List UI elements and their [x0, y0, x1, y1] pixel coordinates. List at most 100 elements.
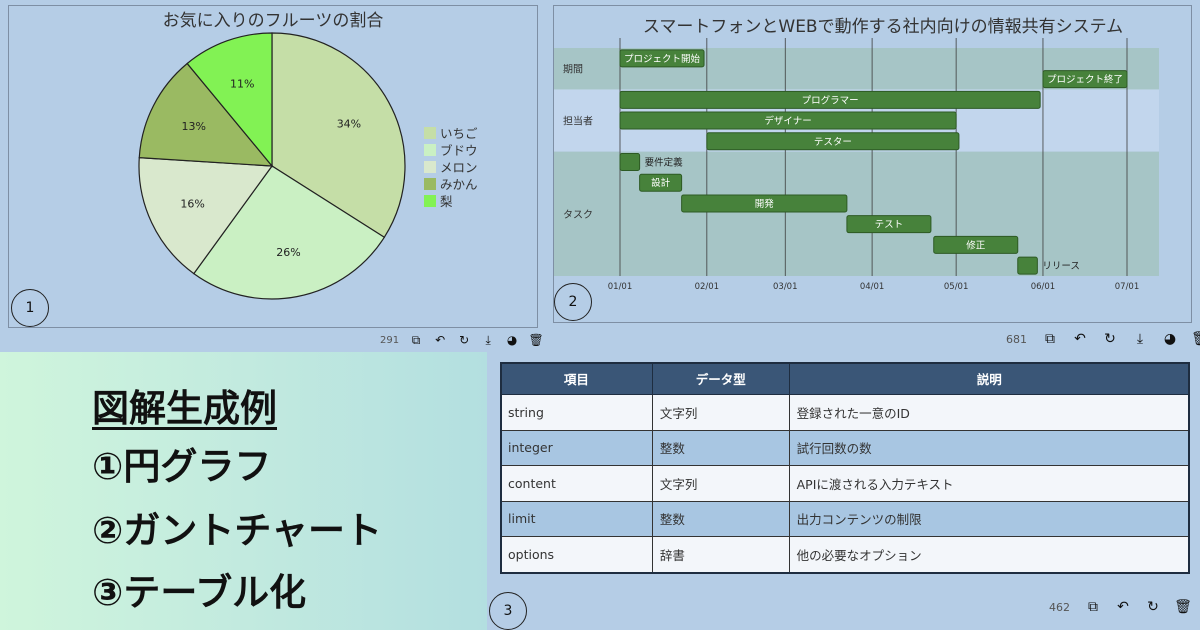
- legend-item: いちご: [424, 124, 478, 141]
- gantt-axis-tick-label: 04/01: [860, 282, 885, 292]
- trash-icon[interactable]: 🗑: [528, 333, 543, 347]
- gantt-task-label: リリース: [1042, 261, 1080, 272]
- trash-icon[interactable]: 🗑: [1191, 331, 1200, 347]
- legend-item: メロン: [424, 158, 478, 175]
- gantt-task-label: デザイナー: [764, 115, 811, 127]
- gantt-task-label: 要件定義: [645, 157, 684, 169]
- pie-toolbar-count: 291: [380, 334, 400, 346]
- gantt-section-label: タスク: [563, 209, 593, 221]
- copy-icon[interactable]: ⧉: [1043, 331, 1057, 347]
- copy-icon[interactable]: ⧉: [409, 333, 423, 347]
- table-cell: 登録された一意のID: [788, 394, 1191, 431]
- table-header-cell: データ型: [651, 362, 790, 395]
- table-cell: 文字列: [651, 465, 790, 502]
- gantt-task-label: プロジェクト終了: [1047, 74, 1123, 86]
- legend-swatch: [424, 126, 436, 139]
- gantt-section-band: [554, 151, 1159, 276]
- hero-line-gantt: ②ガントチャート: [92, 509, 382, 552]
- legend-item: ブドウ: [424, 141, 478, 158]
- gantt-task-label: プログラマー: [802, 94, 859, 106]
- pie-slice-label: 13%: [182, 120, 206, 133]
- legend-swatch: [424, 194, 436, 207]
- hero-heading: 図解生成例: [92, 387, 277, 430]
- gantt-axis-tick-label: 01/01: [608, 282, 633, 292]
- gantt-task-label: 開発: [755, 198, 775, 210]
- pie-toolbar: 291 ⧉ ↶ ↻ ⤓ ◕ 🗑: [380, 333, 544, 348]
- pie-slice-label: 26%: [276, 246, 300, 259]
- table-cell: 辞書: [651, 536, 790, 573]
- table-header-cell: 項目: [500, 362, 653, 395]
- gantt-task-label: テスト: [875, 220, 904, 231]
- undo-icon[interactable]: ↶: [433, 333, 447, 347]
- table-row: options 辞書 他の必要なオプション: [500, 536, 1191, 573]
- table-cell: 整数: [651, 500, 790, 537]
- download-icon[interactable]: ⤓: [1133, 331, 1147, 347]
- gantt-axis-tick-label: 07/01: [1115, 282, 1140, 292]
- table-toolbar: 462 ⧉ ↶ ↻ 🗑: [1049, 599, 1192, 615]
- table-row: limit 整数 出力コンテンツの制限: [500, 500, 1191, 537]
- gantt-task-label: 設計: [651, 177, 671, 189]
- legend-swatch: [424, 177, 436, 190]
- gantt-task-label: テスター: [814, 137, 852, 148]
- hero-banner: 図解生成例 ①円グラフ ②ガントチャート ③テーブル化: [0, 352, 487, 630]
- data-table: 項目 データ型 説明 string 文字列 登録された一意のID integer…: [500, 362, 1191, 573]
- panel-number-badge-1: 1: [11, 289, 49, 327]
- legend-label: 梨: [440, 194, 453, 209]
- legend-swatch: [424, 160, 436, 173]
- gantt-toolbar: 681 ⧉ ↶ ↻ ⤓ ◕ 🗑: [1006, 331, 1200, 347]
- gantt-task-bar: [1017, 256, 1038, 275]
- gantt-toolbar-count: 681: [1006, 332, 1027, 346]
- table-row: string 文字列 登録された一意のID: [500, 394, 1191, 431]
- gantt-axis-tick-label: 06/01: [1031, 282, 1056, 292]
- hero-line-table: ③テーブル化: [92, 571, 307, 614]
- pie-legend: いちご ブドウ メロン みかん梨: [424, 124, 478, 209]
- gantt-task-bar: [619, 153, 641, 171]
- pie-chart-panel: お気に入りのフルーツの割合 34% 26% 16% 13% 11% いちご ブドウ メロンみ…: [0, 0, 546, 352]
- palette-icon[interactable]: ◕: [1163, 331, 1177, 347]
- redo-icon[interactable]: ↻: [1103, 331, 1117, 347]
- pie-slice-label: 16%: [180, 197, 204, 210]
- redo-icon[interactable]: ↻: [1146, 599, 1160, 615]
- table-row: integer 整数 試行回数の数: [500, 429, 1191, 466]
- table-cell: 試行回数の数: [788, 429, 1191, 466]
- gantt-section-label: 期間: [563, 64, 583, 76]
- gantt-section-label: 担当者: [563, 115, 593, 128]
- pie-slice-label: 11%: [230, 77, 254, 90]
- gantt-chart-panel: スマートフォンとWEBで動作する社内向けの情報共有システム 期間 担当者 タスク 01…: [546, 0, 1200, 352]
- trash-icon[interactable]: 🗑: [1174, 599, 1192, 615]
- palette-icon[interactable]: ◕: [505, 333, 519, 347]
- undo-icon[interactable]: ↶: [1073, 331, 1087, 347]
- gantt-chart-svg: 期間担当者タスク 01/01 02/01 03/01 04/01 05/01 06/01 07…: [554, 38, 1159, 292]
- table-cell: integer: [500, 429, 653, 466]
- table-cell: 他の必要なオプション: [788, 536, 1191, 573]
- table-cell: 整数: [651, 429, 790, 466]
- table-header-row: 項目 データ型 説明: [500, 362, 1191, 395]
- table-cell: 文字列: [651, 394, 790, 431]
- panel-number-badge-3: 3: [489, 592, 527, 630]
- table-cell: options: [500, 536, 653, 573]
- table-panel: 項目 データ型 説明 string 文字列 登録された一意のID integer…: [487, 352, 1200, 630]
- copy-icon[interactable]: ⧉: [1086, 599, 1100, 615]
- panel-number-badge-2: 2: [554, 283, 592, 321]
- legend-item: 梨: [424, 192, 478, 209]
- gantt-axis-tick-label: 05/01: [944, 282, 969, 292]
- hero-line-pie: ①円グラフ: [92, 445, 272, 488]
- gantt-task-label: 修正: [966, 239, 986, 251]
- gantt-axis-tick-label: 02/01: [695, 282, 720, 292]
- gantt-axis-tick-label: 03/01: [773, 282, 798, 292]
- legend-item: みかん: [424, 175, 478, 192]
- table-cell: 出力コンテンツの制限: [788, 500, 1191, 537]
- table-row: content 文字列 APIに渡される入力テキスト: [500, 465, 1191, 502]
- table-cell: APIに渡される入力テキスト: [788, 465, 1191, 502]
- table-cell: limit: [500, 500, 653, 537]
- gantt-task-label: プロジェクト開始: [624, 53, 701, 65]
- legend-swatch: [424, 143, 436, 156]
- table-header-cell: 説明: [788, 362, 1191, 395]
- pie-slice-label: 34%: [337, 118, 361, 131]
- undo-icon[interactable]: ↶: [1116, 599, 1130, 615]
- download-icon[interactable]: ⤓: [481, 333, 495, 347]
- redo-icon[interactable]: ↻: [457, 333, 471, 347]
- table-cell: content: [500, 465, 653, 502]
- table-toolbar-count: 462: [1049, 600, 1070, 614]
- table-cell: string: [500, 394, 653, 431]
